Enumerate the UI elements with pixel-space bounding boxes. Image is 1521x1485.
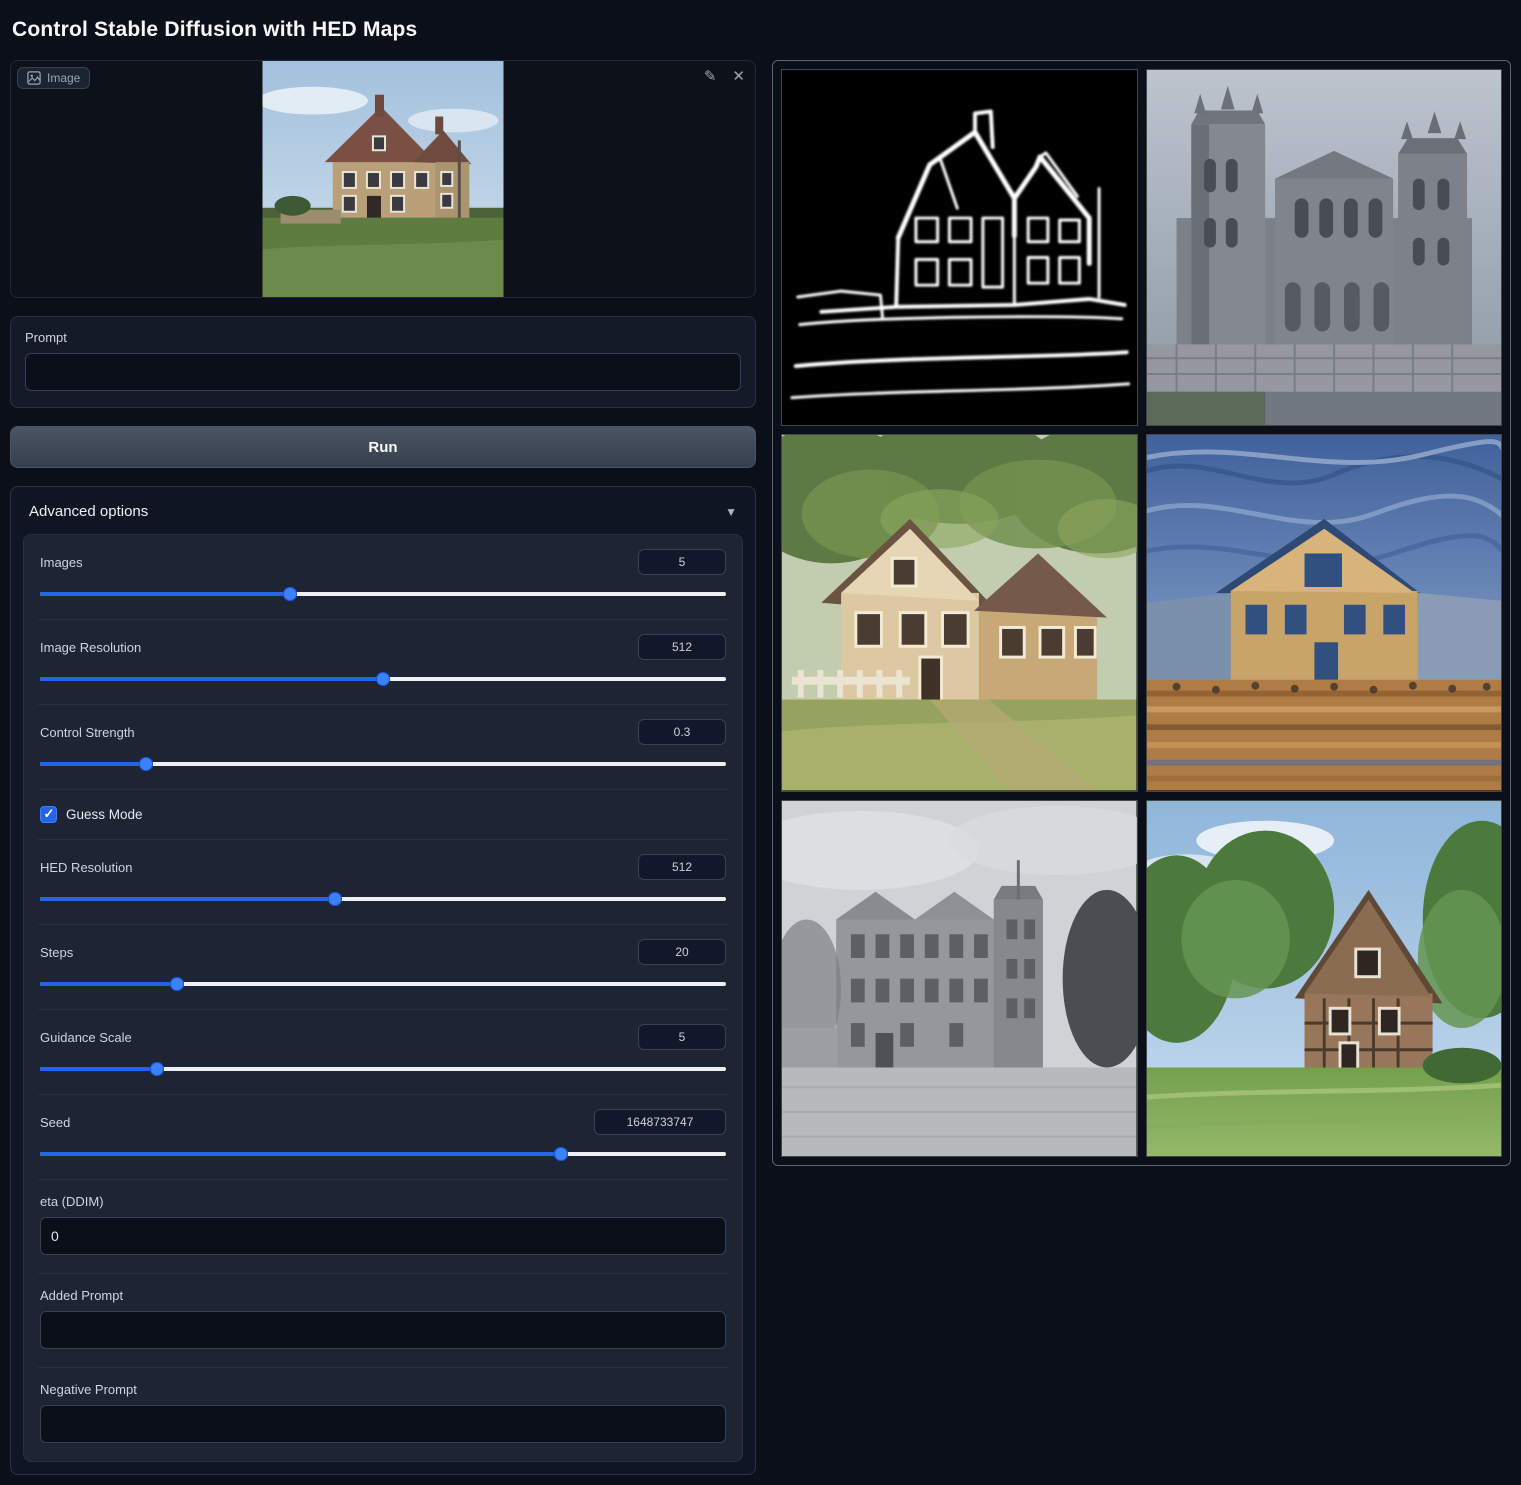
slider-fill [40, 592, 290, 596]
output-column [772, 60, 1511, 1166]
page-title: Control Stable Diffusion with HED Maps [12, 18, 1509, 42]
steps-label: Steps [40, 945, 73, 960]
gallery-item-cathedral[interactable] [1146, 69, 1503, 426]
image-resolution-control: Image Resolution [38, 619, 728, 704]
control-strength-control: Control Strength [38, 704, 728, 789]
images-slider[interactable] [40, 587, 726, 601]
control-strength-value-input[interactable] [638, 719, 726, 745]
input-image-block[interactable]: Image [10, 60, 756, 298]
advanced-options-title: Advanced options [29, 503, 148, 520]
negative-prompt-label: Negative Prompt [40, 1382, 726, 1397]
slider-fill [40, 762, 146, 766]
prompt-label: Prompt [25, 330, 741, 345]
seed-slider[interactable] [40, 1147, 726, 1161]
generated-cathedral-image [1147, 70, 1502, 425]
steps-value-input[interactable] [638, 939, 726, 965]
house-photo-image [263, 61, 504, 297]
slider-thumb[interactable] [376, 672, 390, 686]
hed-resolution-label: HED Resolution [40, 860, 133, 875]
added-prompt-control: Added Prompt [38, 1273, 728, 1367]
main-layout: Image [10, 60, 1511, 1475]
advanced-options-panel: Advanced options Images [10, 486, 756, 1475]
generated-grayscale-building-image [782, 801, 1137, 1156]
generated-house-lawn-image [1147, 801, 1502, 1156]
negative-prompt-input[interactable] [40, 1405, 726, 1443]
app-root: Control Stable Diffusion with HED Maps I… [0, 0, 1521, 1485]
clear-image-button[interactable] [730, 67, 747, 86]
seed-control: Seed [38, 1094, 728, 1179]
image-actions [702, 67, 747, 86]
images-label: Images [40, 555, 83, 570]
gallery-item-stylized-building[interactable] [1146, 434, 1503, 791]
guidance-scale-value-input[interactable] [638, 1024, 726, 1050]
advanced-options-body: Images Image Resolution [23, 534, 743, 1462]
image-icon [27, 71, 41, 85]
slider-thumb[interactable] [283, 587, 297, 601]
added-prompt-label: Added Prompt [40, 1288, 726, 1303]
hed-resolution-control: HED Resolution [38, 839, 728, 924]
guess-mode-label: Guess Mode [66, 807, 143, 822]
slider-thumb[interactable] [554, 1147, 568, 1161]
image-resolution-slider[interactable] [40, 672, 726, 686]
chevron-down-icon[interactable] [725, 505, 737, 519]
slider-thumb[interactable] [328, 892, 342, 906]
slider-fill [40, 1067, 157, 1071]
image-resolution-label: Image Resolution [40, 640, 141, 655]
slider-thumb[interactable] [170, 977, 184, 991]
slider-fill [40, 897, 335, 901]
generated-painted-house-image [782, 435, 1137, 790]
slider-thumb[interactable] [139, 757, 153, 771]
eta-label: eta (DDIM) [40, 1194, 726, 1209]
hed-edge-map-image [782, 70, 1137, 425]
guess-mode-checkbox[interactable] [40, 806, 57, 823]
guidance-scale-slider[interactable] [40, 1062, 726, 1076]
hed-resolution-slider[interactable] [40, 892, 726, 906]
hed-resolution-value-input[interactable] [638, 854, 726, 880]
run-button[interactable]: Run [10, 426, 756, 468]
slider-fill [40, 1152, 561, 1156]
image-label-chip: Image [17, 67, 90, 89]
guidance-scale-control: Guidance Scale [38, 1009, 728, 1094]
steps-control: Steps [38, 924, 728, 1009]
advanced-options-header[interactable]: Advanced options [23, 499, 743, 534]
controls-column: Image [10, 60, 756, 1475]
image-label: Image [47, 71, 80, 85]
gallery-item-hed-edge-map[interactable] [781, 69, 1138, 426]
eta-input[interactable] [40, 1217, 726, 1255]
prompt-input[interactable] [25, 353, 741, 391]
guidance-scale-label: Guidance Scale [40, 1030, 132, 1045]
slider-thumb[interactable] [150, 1062, 164, 1076]
control-strength-label: Control Strength [40, 725, 135, 740]
seed-label: Seed [40, 1115, 70, 1130]
seed-value-input[interactable] [594, 1109, 726, 1135]
gallery-item-painted-house[interactable] [781, 434, 1138, 791]
negative-prompt-control: Negative Prompt [38, 1367, 728, 1461]
added-prompt-input[interactable] [40, 1311, 726, 1349]
eta-control: eta (DDIM) [38, 1179, 728, 1273]
slider-fill [40, 677, 383, 681]
gallery-item-house-lawn[interactable] [1146, 800, 1503, 1157]
images-control: Images [38, 535, 728, 619]
generated-stylized-building-image [1147, 435, 1502, 790]
uploaded-house-photo [263, 61, 504, 297]
output-gallery [772, 60, 1511, 1166]
prompt-block: Prompt [10, 316, 756, 408]
image-resolution-value-input[interactable] [638, 634, 726, 660]
control-strength-slider[interactable] [40, 757, 726, 771]
steps-slider[interactable] [40, 977, 726, 991]
gallery-item-grayscale-building[interactable] [781, 800, 1138, 1157]
guess-mode-row[interactable]: Guess Mode [38, 789, 728, 839]
slider-fill [40, 982, 177, 986]
images-value-input[interactable] [638, 549, 726, 575]
edit-image-button[interactable] [702, 67, 719, 86]
